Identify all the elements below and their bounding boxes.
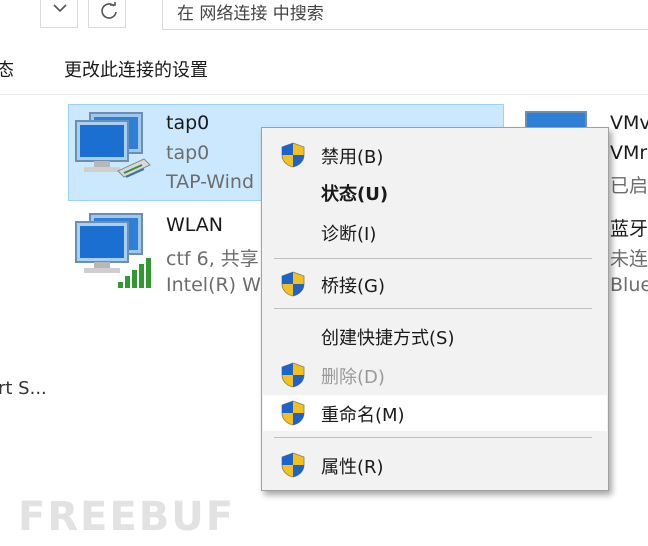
- uac-shield-icon: [281, 271, 305, 297]
- left-item-label[interactable]: rt S...: [0, 378, 47, 399]
- adapter-name: VMv: [610, 112, 648, 134]
- network-adapter-cable-icon: [75, 112, 151, 178]
- adapter-device: Intel(R) W: [166, 274, 261, 296]
- menu-item-label: 诊断(I): [321, 224, 377, 245]
- menu-item-label: 桥接(G): [321, 276, 385, 297]
- uac-shield-icon: [281, 142, 305, 168]
- network-adapter-icon: [525, 111, 587, 128]
- adapter-name: WLAN: [166, 214, 224, 236]
- adapter-device: 已启: [610, 175, 648, 197]
- search-box[interactable]: 在 网络连接 中搜索: [162, 0, 648, 30]
- menu-separator: [274, 437, 592, 438]
- refresh-icon: [101, 2, 117, 19]
- address-bar: 在 网络连接 中搜索: [0, 0, 648, 34]
- search-input[interactable]: 在 网络连接 中搜索: [177, 0, 324, 24]
- menu-item-diagnose[interactable]: 诊断(I): [263, 214, 607, 250]
- menu-item-label: 删除(D): [321, 367, 385, 388]
- menu-item-label: 属性(R): [321, 457, 384, 478]
- adapter-status: ctf 6, 共享: [166, 248, 259, 270]
- menu-item-create-shortcut[interactable]: 创建快捷方式(S): [263, 318, 607, 354]
- history-dropdown-button[interactable]: [40, 0, 78, 28]
- adapter-status: 未连: [610, 248, 648, 270]
- menu-item-bridge[interactable]: 桥接(G): [263, 266, 607, 302]
- uac-shield-icon: [281, 362, 305, 388]
- adapter-name: 蓝牙: [610, 218, 648, 240]
- menu-item-label: 创建快捷方式(S): [321, 328, 455, 349]
- adapter-name: tap0: [166, 112, 210, 134]
- refresh-button[interactable]: [88, 0, 126, 28]
- menu-item-disable[interactable]: 禁用(B): [263, 137, 607, 173]
- menu-separator: [274, 258, 592, 259]
- adapter-device: TAP-Wind: [166, 171, 255, 193]
- watermark-logo: FREEBUF: [18, 494, 236, 540]
- network-adapter-wifi-icon: [75, 213, 151, 288]
- chevron-down-icon: [53, 4, 67, 13]
- menu-item-delete[interactable]: 删除(D): [263, 357, 607, 393]
- uac-shield-icon: [281, 400, 305, 426]
- context-menu: 禁用(B) 状态(U) 诊断(I) 桥接(G) 创建快捷方式(S) 删除(D) …: [261, 127, 609, 491]
- command-status-cut[interactable]: 态: [0, 56, 14, 82]
- menu-item-label: 重命名(M): [321, 405, 405, 426]
- menu-item-label: 状态(U): [321, 184, 389, 205]
- menu-item-status[interactable]: 状态(U): [263, 174, 607, 210]
- adapter-device: Blue: [610, 274, 648, 296]
- uac-shield-icon: [281, 452, 305, 478]
- adapter-status: tap0: [166, 142, 210, 164]
- menu-separator: [274, 308, 592, 309]
- menu-item-properties[interactable]: 属性(R): [263, 447, 607, 483]
- menu-item-rename[interactable]: 重命名(M): [263, 395, 607, 431]
- menu-item-label: 禁用(B): [321, 147, 384, 168]
- change-settings-button[interactable]: 更改此连接的设置: [64, 56, 208, 82]
- adapter-status: VMr: [610, 142, 648, 164]
